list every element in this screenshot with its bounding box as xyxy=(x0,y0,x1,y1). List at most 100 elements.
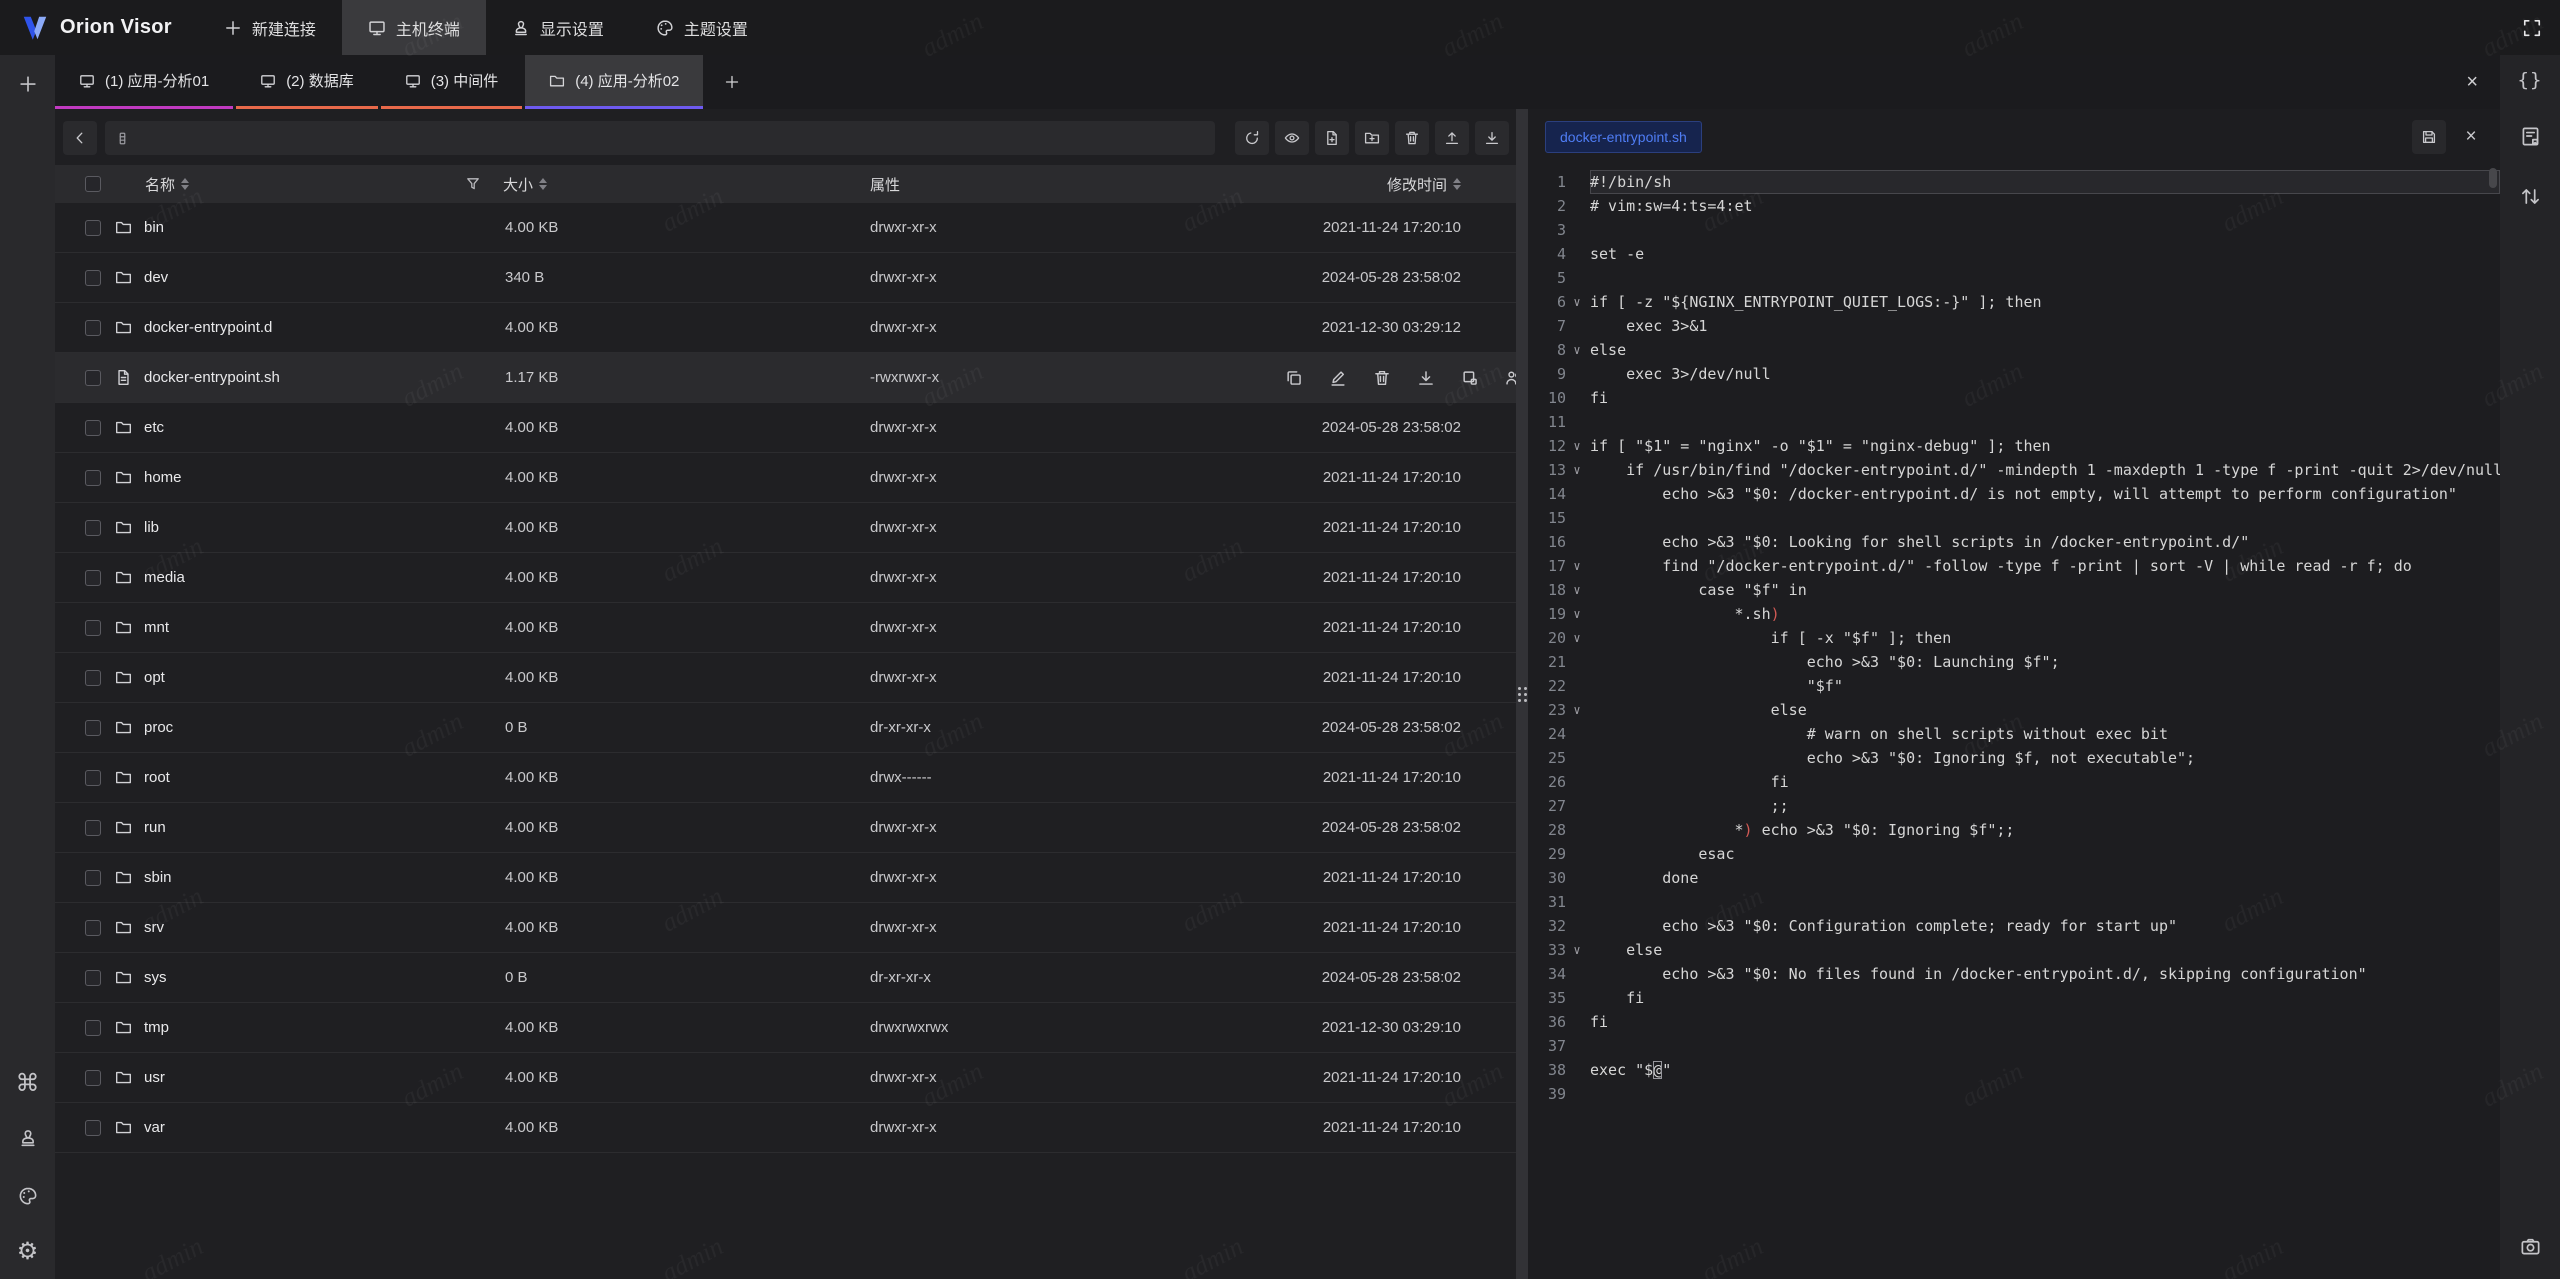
terminal-tab-4[interactable]: (4) 应用-分析02 xyxy=(525,55,703,109)
fold-chevron-icon[interactable]: ∨ xyxy=(1566,554,1588,578)
terminal-tab-3[interactable]: (3) 中间件 xyxy=(381,55,523,109)
transfer-updown-icon[interactable] xyxy=(2515,181,2545,211)
row-checkbox[interactable] xyxy=(85,570,101,586)
variables-braces-icon[interactable]: {} xyxy=(2518,69,2543,91)
row-checkbox[interactable] xyxy=(85,1020,101,1036)
file-mtime: 2021-11-24 17:20:10 xyxy=(1285,669,1516,686)
file-row-proc[interactable]: proc0 Bdr-xr-xr-x2024-05-28 23:58:02 xyxy=(55,703,1516,753)
refresh-button[interactable] xyxy=(1235,121,1269,155)
row-checkbox[interactable] xyxy=(85,520,101,536)
display-settings-icon[interactable] xyxy=(13,1123,43,1153)
sort-icon[interactable] xyxy=(539,178,547,190)
row-checkbox[interactable] xyxy=(85,1120,101,1136)
file-row-bin[interactable]: bin4.00 KBdrwxr-xr-x2021-11-24 17:20:10 xyxy=(55,203,1516,253)
row-checkbox[interactable] xyxy=(85,220,101,236)
copy-icon[interactable] xyxy=(1285,369,1303,387)
file-row-etc[interactable]: etc4.00 KBdrwxr-xr-x2024-05-28 23:58:02 xyxy=(55,403,1516,453)
file-row-docker-entrypoint.d[interactable]: docker-entrypoint.d4.00 KBdrwxr-xr-x2021… xyxy=(55,303,1516,353)
fold-chevron-icon[interactable]: ∨ xyxy=(1566,338,1588,362)
download-button[interactable] xyxy=(1475,121,1509,155)
fullscreen-icon[interactable] xyxy=(2522,18,2542,38)
nav-item-1[interactable]: 新建连接 xyxy=(198,0,342,55)
path-input[interactable] xyxy=(105,121,1215,155)
folder-plus-button[interactable] xyxy=(1355,121,1389,155)
fold-chevron-icon[interactable]: ∨ xyxy=(1566,578,1588,602)
eye-button[interactable] xyxy=(1275,121,1309,155)
row-checkbox[interactable] xyxy=(85,920,101,936)
fold-chevron-icon[interactable]: ∨ xyxy=(1566,626,1588,650)
terminal-tab-2[interactable]: (2) 数据库 xyxy=(236,55,378,109)
file-plus-button[interactable] xyxy=(1315,121,1349,155)
nav-item-2[interactable]: 主机终端 xyxy=(342,0,486,55)
row-checkbox[interactable] xyxy=(85,370,101,386)
sort-icon[interactable] xyxy=(1453,178,1461,190)
row-checkbox[interactable] xyxy=(85,820,101,836)
column-header-name[interactable]: 名称 xyxy=(113,174,465,195)
save-file-button[interactable] xyxy=(2412,120,2446,154)
row-checkbox[interactable] xyxy=(85,870,101,886)
editor-file-tab[interactable]: docker-entrypoint.sh xyxy=(1545,121,1702,153)
upload-button[interactable] xyxy=(1435,121,1469,155)
file-row-run[interactable]: run4.00 KBdrwxr-xr-x2024-05-28 23:58:02 xyxy=(55,803,1516,853)
select-all-checkbox[interactable] xyxy=(85,176,101,192)
theme-settings-icon[interactable] xyxy=(13,1181,43,1211)
screenshot-camera-icon[interactable] xyxy=(2515,1231,2545,1261)
paste-icon[interactable] xyxy=(1461,369,1479,387)
file-row-media[interactable]: media4.00 KBdrwxr-xr-x2021-11-24 17:20:1… xyxy=(55,553,1516,603)
trash-icon[interactable] xyxy=(1373,369,1391,387)
file-row-home[interactable]: home4.00 KBdrwxr-xr-x2021-11-24 17:20:10 xyxy=(55,453,1516,503)
fold-chevron-icon[interactable]: ∨ xyxy=(1566,434,1588,458)
fold-chevron-icon[interactable]: ∨ xyxy=(1566,698,1588,722)
row-checkbox[interactable] xyxy=(85,620,101,636)
panel-resize-handle[interactable] xyxy=(1516,109,1528,1279)
editor-scrollbar-thumb[interactable] xyxy=(2489,168,2497,188)
users-icon[interactable] xyxy=(1505,369,1516,387)
fold-chevron-icon[interactable]: ∨ xyxy=(1566,602,1588,626)
nav-item-3[interactable]: 显示设置 xyxy=(486,0,630,55)
file-row-sbin[interactable]: sbin4.00 KBdrwxr-xr-x2021-11-24 17:20:10 xyxy=(55,853,1516,903)
file-bookmark-icon[interactable] xyxy=(2515,121,2545,151)
download-sm-icon[interactable] xyxy=(1417,369,1435,387)
file-row-var[interactable]: var4.00 KBdrwxr-xr-x2021-11-24 17:20:10 xyxy=(55,1103,1516,1153)
file-row-opt[interactable]: opt4.00 KBdrwxr-xr-x2021-11-24 17:20:10 xyxy=(55,653,1516,703)
code-text: if /usr/bin/find "/docker-entrypoint.d/"… xyxy=(1588,458,2500,482)
file-row-usr[interactable]: usr4.00 KBdrwxr-xr-x2021-11-24 17:20:10 xyxy=(55,1053,1516,1103)
row-checkbox[interactable] xyxy=(85,320,101,336)
file-row-tmp[interactable]: tmp4.00 KBdrwxrwxrwx2021-12-30 03:29:10 xyxy=(55,1003,1516,1053)
command-shortcuts-icon[interactable]: ⌘ xyxy=(16,1071,40,1095)
sort-icon[interactable] xyxy=(181,178,189,190)
fold-chevron-icon[interactable]: ∨ xyxy=(1566,938,1588,962)
close-panel-icon[interactable]: × xyxy=(2458,55,2486,109)
trash-button[interactable] xyxy=(1395,121,1429,155)
add-tab-button[interactable] xyxy=(706,55,758,109)
file-row-docker-entrypoint.sh[interactable]: docker-entrypoint.sh1.17 KB-rwxrwxr-x xyxy=(55,353,1516,403)
file-row-mnt[interactable]: mnt4.00 KBdrwxr-xr-x2021-11-24 17:20:10 xyxy=(55,603,1516,653)
row-checkbox[interactable] xyxy=(85,970,101,986)
row-checkbox[interactable] xyxy=(85,470,101,486)
row-checkbox[interactable] xyxy=(85,670,101,686)
row-checkbox[interactable] xyxy=(85,270,101,286)
code-editor[interactable]: 1#!/bin/sh2# vim:sw=4:ts=4:et34set -e56∨… xyxy=(1528,164,2500,1279)
fold-chevron-icon[interactable]: ∨ xyxy=(1566,290,1588,314)
fold-chevron-icon[interactable]: ∨ xyxy=(1566,458,1588,482)
file-row-sys[interactable]: sys0 Bdr-xr-xr-x2024-05-28 23:58:02 xyxy=(55,953,1516,1003)
file-row-dev[interactable]: dev340 Bdrwxr-xr-x2024-05-28 23:58:02 xyxy=(55,253,1516,303)
settings-gear-icon[interactable]: ⚙ xyxy=(17,1239,39,1263)
terminal-tab-1[interactable]: (1) 应用-分析01 xyxy=(55,55,233,109)
close-editor-button[interactable]: × xyxy=(2454,120,2488,154)
edit-icon[interactable] xyxy=(1329,369,1347,387)
back-button[interactable] xyxy=(63,121,97,155)
file-row-srv[interactable]: srv4.00 KBdrwxr-xr-x2021-11-24 17:20:10 xyxy=(55,903,1516,953)
file-row-lib[interactable]: lib4.00 KBdrwxr-xr-x2021-11-24 17:20:10 xyxy=(55,503,1516,553)
filter-icon[interactable] xyxy=(465,176,481,192)
column-header-time[interactable]: 修改时间 xyxy=(1285,174,1516,195)
fold-gutter xyxy=(1566,650,1588,674)
new-tab-button[interactable] xyxy=(13,69,43,99)
file-row-root[interactable]: root4.00 KBdrwx------2021-11-24 17:20:10 xyxy=(55,753,1516,803)
row-checkbox[interactable] xyxy=(85,1070,101,1086)
row-checkbox[interactable] xyxy=(85,720,101,736)
row-checkbox[interactable] xyxy=(85,420,101,436)
row-checkbox[interactable] xyxy=(85,770,101,786)
nav-item-4[interactable]: 主题设置 xyxy=(630,0,774,55)
column-header-size[interactable]: 大小 xyxy=(465,174,865,195)
